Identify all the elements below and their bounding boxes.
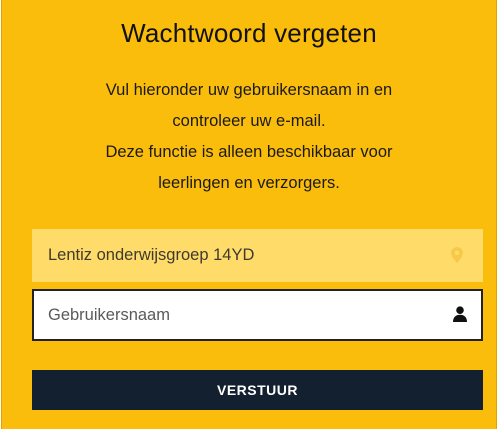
- instructions-line-1: Vul hieronder uw gebruikersnaam in en: [105, 81, 393, 99]
- instructions-line-3: Deze functie is alleen beschikbaar voor: [105, 143, 393, 161]
- username-input[interactable]: [34, 291, 434, 339]
- instructions-text: Vul hieronder uw gebruikersnaam in en co…: [42, 75, 456, 199]
- submit-button[interactable]: VERSTUUR: [32, 370, 483, 410]
- user-icon: [453, 306, 467, 322]
- forgot-password-panel: Wachtwoord vergeten Vul hieronder uw geb…: [1, 0, 497, 429]
- instructions-line-4: leerlingen en verzorgers.: [158, 174, 340, 192]
- username-field[interactable]: [32, 289, 483, 341]
- page-title: Wachtwoord vergeten: [121, 18, 377, 48]
- school-name-value: Lentiz onderwijsgroep 14YD: [48, 246, 255, 264]
- instructions-line-2: controleer uw e-mail.: [172, 112, 326, 130]
- school-select-field[interactable]: Lentiz onderwijsgroep 14YD: [32, 229, 483, 282]
- map-marker-icon: [451, 247, 463, 263]
